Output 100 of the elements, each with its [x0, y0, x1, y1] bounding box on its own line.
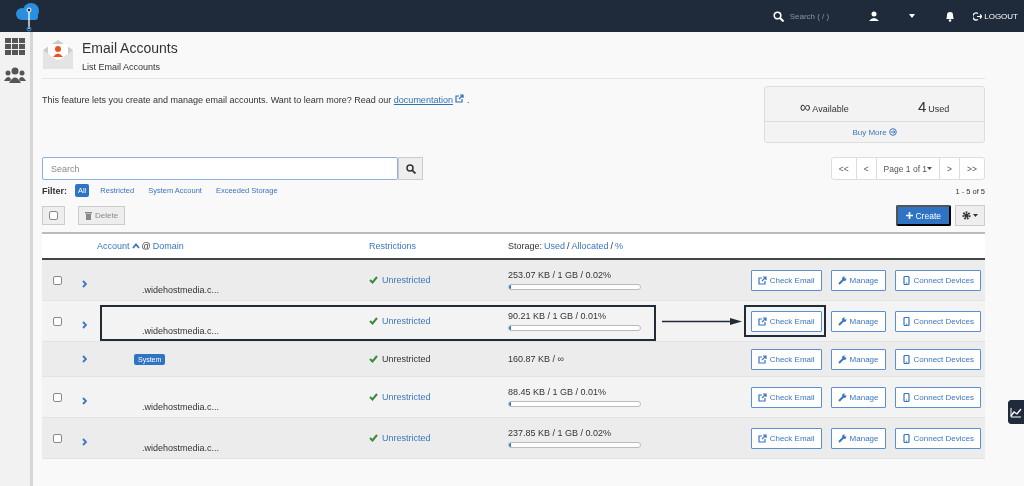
- last-page-button[interactable]: >>: [959, 158, 984, 179]
- restriction-link[interactable]: Unrestricted: [382, 433, 431, 443]
- account-sort-link[interactable]: Account: [97, 241, 130, 251]
- search-button[interactable]: [398, 157, 423, 180]
- phone-icon: [901, 316, 911, 326]
- row-checkbox[interactable]: [52, 275, 62, 285]
- first-page-button[interactable]: <<: [831, 158, 856, 179]
- slash-separator: /: [567, 241, 570, 251]
- page-subtitle: List Email Accounts: [82, 62, 162, 72]
- buy-more-link[interactable]: Buy More: [765, 122, 984, 142]
- check-icon: [369, 317, 378, 325]
- domain-text: .widehostmedia.c...: [141, 402, 221, 412]
- restriction-text: Unrestricted: [382, 354, 431, 364]
- restriction-link[interactable]: Unrestricted: [382, 316, 431, 326]
- domain-text: .widehostmedia.c...: [141, 285, 221, 295]
- used-count: 4: [918, 97, 927, 115]
- bell-icon: [945, 10, 956, 22]
- manage-button[interactable]: Manage: [830, 269, 886, 291]
- caret-icon: [973, 214, 978, 217]
- domain-sort-link[interactable]: Domain: [152, 241, 184, 251]
- chart-icon: [1008, 400, 1024, 424]
- wrench-icon: [837, 275, 847, 285]
- phone-icon: [901, 354, 911, 364]
- check-email-button[interactable]: Check Email: [750, 269, 822, 291]
- manage-button[interactable]: Manage: [830, 386, 886, 408]
- previous-page-button[interactable]: <: [855, 158, 876, 179]
- phone-icon: [901, 275, 911, 285]
- plus-icon: [906, 212, 914, 219]
- check-icon: [369, 393, 378, 401]
- page-title: Email Accounts: [82, 40, 178, 56]
- wrench-icon: [837, 392, 847, 402]
- row-checkbox[interactable]: [52, 316, 62, 326]
- percent-sort-link[interactable]: %: [615, 241, 624, 251]
- restrictions-sort-link[interactable]: Restrictions: [369, 241, 416, 251]
- external-link-icon: [757, 433, 767, 443]
- select-all-checkbox[interactable]: [42, 206, 65, 225]
- envelope-icon: [42, 38, 74, 70]
- logout-link[interactable]: LOGOUT: [965, 11, 1018, 21]
- used-sort-link[interactable]: Used: [544, 241, 566, 251]
- create-button[interactable]: Create: [896, 205, 951, 226]
- page-select[interactable]: Page 1 of 1: [875, 158, 940, 179]
- domain-text: .widehostmedia.c...: [141, 443, 221, 453]
- filter-label: Filter:: [42, 185, 67, 196]
- external-link-icon: [757, 316, 767, 326]
- top-search-field[interactable]: Search ( / ): [772, 10, 830, 22]
- domain-text: .widehostmedia.c...: [141, 326, 221, 336]
- connect-devices-button[interactable]: Connect Devices: [894, 269, 981, 291]
- arrow-circle-icon: [888, 128, 897, 136]
- manage-button[interactable]: Manage: [830, 348, 886, 370]
- chevron-right-icon[interactable]: [82, 321, 87, 329]
- phone-icon: [901, 392, 911, 402]
- external-link-icon: [757, 392, 767, 402]
- used-label: Used: [928, 103, 950, 114]
- wrench-icon: [837, 354, 847, 364]
- manage-button[interactable]: Manage: [830, 310, 886, 332]
- check-icon: [369, 355, 378, 363]
- trash-icon: [85, 211, 92, 220]
- chevron-right-icon[interactable]: [82, 438, 87, 446]
- restriction-link[interactable]: Unrestricted: [382, 392, 431, 402]
- phone-icon: [901, 433, 911, 443]
- connect-devices-button[interactable]: Connect Devices: [894, 310, 981, 332]
- settings-icon: [962, 211, 971, 220]
- connect-devices-button[interactable]: Connect Devices: [894, 386, 981, 408]
- storage-text: 88.45 KB / 1 GB / 0.01%: [508, 387, 608, 397]
- connect-devices-button[interactable]: Connect Devices: [894, 427, 981, 449]
- chevron-right-icon[interactable]: [82, 280, 87, 288]
- restriction-link[interactable]: Unrestricted: [382, 275, 431, 285]
- check-icon: [369, 434, 378, 442]
- storage-text: 237.85 KB / 1 GB / 0.02%: [508, 428, 613, 438]
- external-link-icon: [757, 354, 767, 364]
- connect-devices-button[interactable]: Connect Devices: [894, 348, 981, 370]
- at-sign: @: [141, 241, 151, 251]
- row-checkbox[interactable]: [52, 433, 62, 443]
- search-field[interactable]: Search: [42, 157, 398, 180]
- manage-button[interactable]: Manage: [830, 427, 886, 449]
- slash-separator: /: [610, 241, 614, 251]
- row-checkbox[interactable]: [52, 392, 62, 402]
- check-email-button[interactable]: Check Email: [750, 386, 822, 408]
- check-icon: [369, 276, 378, 284]
- documentation-link[interactable]: documentation: [393, 95, 453, 105]
- check-email-button[interactable]: Check Email: [750, 310, 822, 332]
- wrench-icon: [837, 433, 847, 443]
- settings-button[interactable]: [955, 205, 985, 226]
- chevron-right-icon[interactable]: [82, 397, 87, 405]
- storage-label: Storage:: [508, 241, 543, 251]
- grid-icon[interactable]: [5, 38, 25, 55]
- allocated-sort-link[interactable]: Allocated: [571, 241, 609, 251]
- check-email-button[interactable]: Check Email: [750, 427, 822, 449]
- external-link-icon: [757, 275, 767, 285]
- delete-button[interactable]: Delete: [78, 206, 126, 225]
- user-icon[interactable]: [869, 11, 880, 21]
- next-page-button[interactable]: >: [939, 158, 960, 179]
- caret-icon: [927, 167, 933, 170]
- storage-text: 90.21 KB / 1 GB / 0.01%: [508, 311, 608, 321]
- check-email-button[interactable]: Check Email: [750, 348, 822, 370]
- caret-icon: [909, 14, 916, 18]
- sort-up-icon: [131, 243, 140, 249]
- chevron-right-icon[interactable]: [82, 355, 87, 363]
- users-icon[interactable]: [4, 67, 26, 83]
- storage-text: 253.07 KB / 1 GB / 0.02%: [508, 270, 613, 280]
